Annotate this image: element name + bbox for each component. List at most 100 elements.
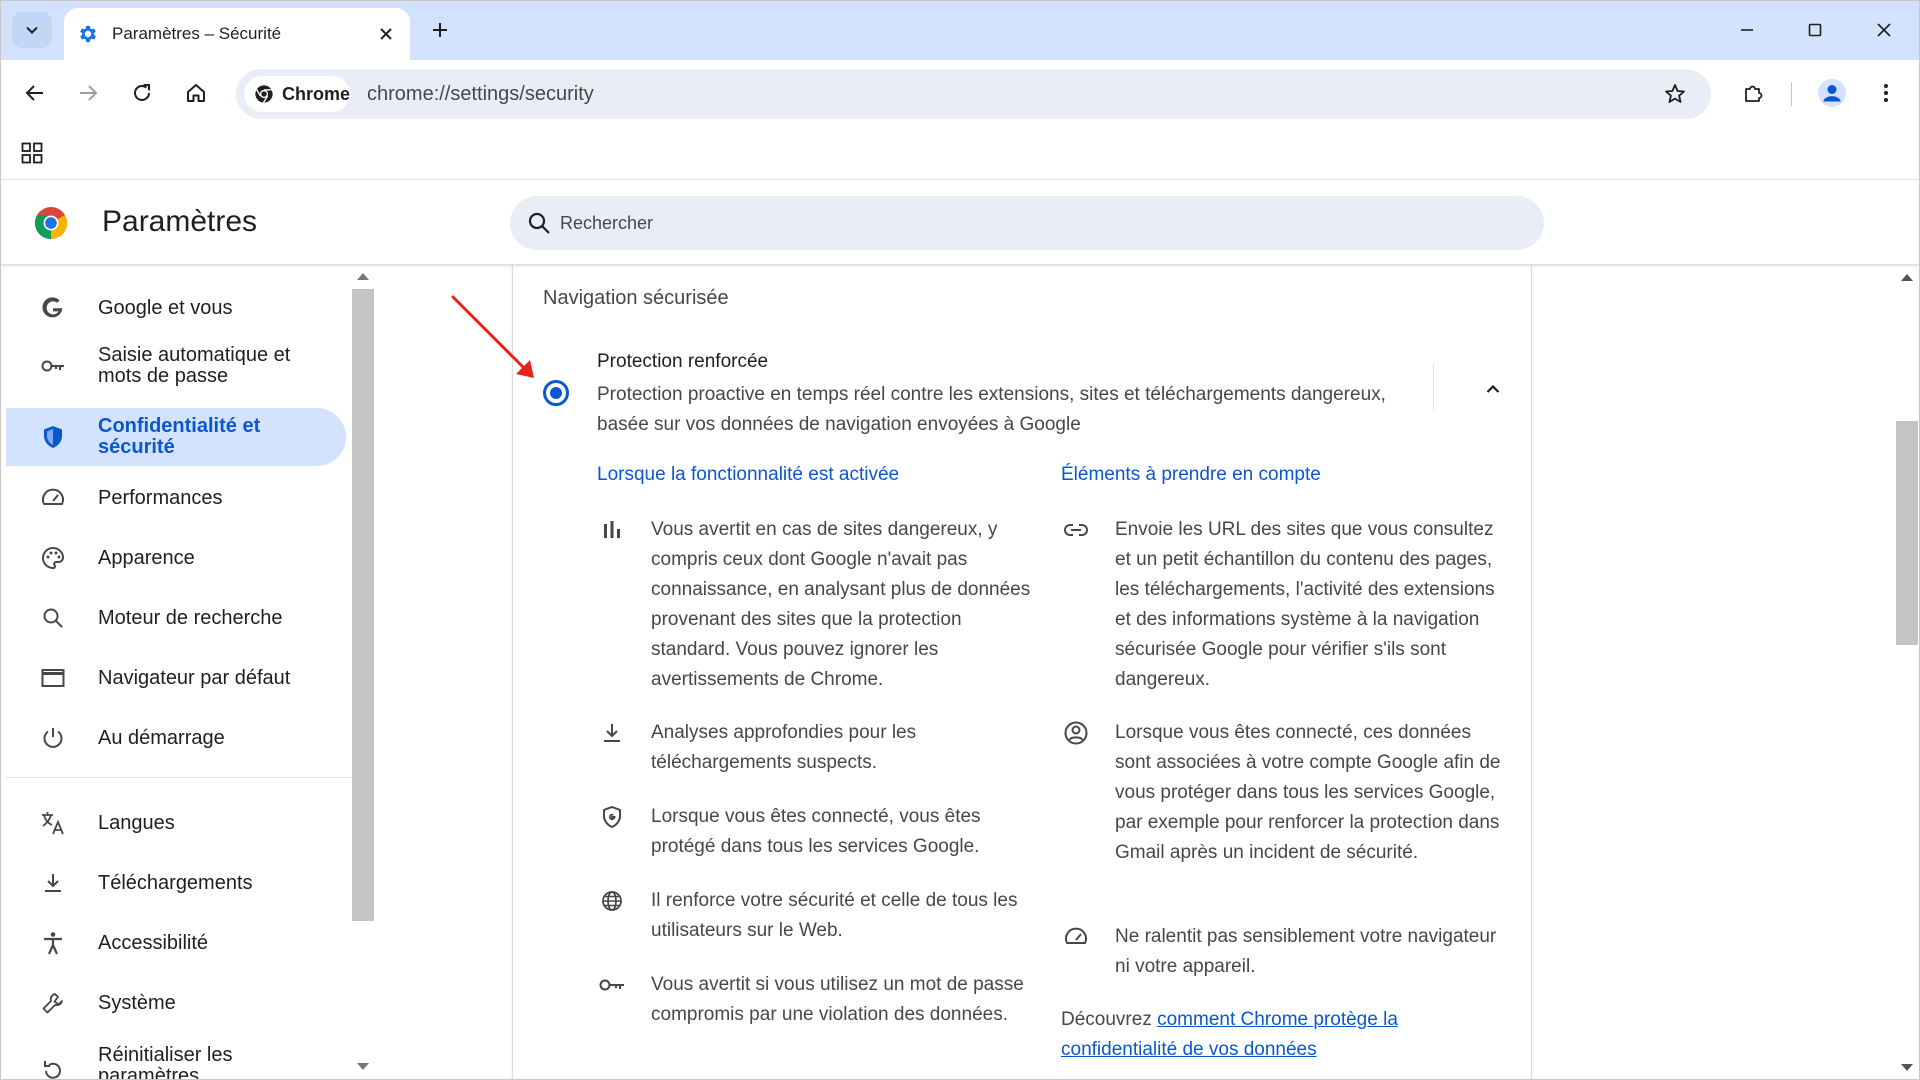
sidebar-item-reset[interactable]: Réinitialiser les paramètres	[6, 1031, 346, 1080]
scroll-up-arrow-icon[interactable]	[357, 273, 369, 280]
sidebar-item-search-engine[interactable]: Moteur de recherche	[6, 589, 346, 647]
address-bar[interactable]: Chrome chrome://settings/security	[236, 69, 1711, 119]
close-window-button[interactable]	[1859, 10, 1909, 50]
benefit-text: Vous avertit si vous utilisez un mot de …	[651, 974, 1024, 1025]
chevron-down-icon	[26, 26, 38, 34]
maximize-icon	[1808, 23, 1822, 37]
settings-sidebar: Google et vous Saisie automatique et mot…	[0, 265, 352, 1080]
sidebar-item-label: Navigateur par défaut	[98, 666, 291, 689]
sidebar-item-on-startup[interactable]: Au démarrage	[6, 709, 346, 767]
scroll-down-arrow-icon[interactable]	[1901, 1064, 1913, 1071]
new-tab-button[interactable]	[424, 14, 456, 46]
sidebar-item-label: Google et vous	[98, 296, 233, 319]
bar-chart-icon	[597, 515, 627, 545]
enhanced-protection-radio[interactable]	[543, 380, 569, 406]
reload-icon	[134, 84, 150, 101]
back-button[interactable]	[15, 73, 55, 113]
collapse-button[interactable]	[1473, 369, 1513, 409]
bookmarks-bar	[0, 127, 1920, 179]
chip-label: Chrome	[281, 83, 350, 104]
globe-icon	[597, 886, 627, 916]
sidebar-item-label: Langues	[98, 811, 175, 834]
site-info-chip[interactable]: Chrome	[244, 76, 350, 112]
profile-button[interactable]	[1812, 73, 1852, 113]
active-tab[interactable]: Paramètres – Sécurité	[64, 8, 410, 60]
speedometer-icon	[1061, 922, 1091, 952]
sidebar-item-label: Système	[98, 991, 176, 1014]
key-icon	[597, 970, 627, 1000]
scroll-down-arrow-icon[interactable]	[357, 1063, 369, 1070]
search-icon	[528, 212, 550, 234]
consideration-text: Ne ralentit pas sensiblement votre navig…	[1115, 926, 1497, 977]
sidebar-item-appearance[interactable]: Apparence	[6, 529, 346, 587]
forward-button[interactable]	[68, 73, 108, 113]
benefit-text: Lorsque vous êtes connecté, vous êtes pr…	[651, 806, 981, 857]
minimize-button[interactable]	[1722, 10, 1772, 50]
download-icon	[597, 718, 627, 748]
sidebar-item-label: Apparence	[98, 546, 195, 569]
reload-button[interactable]	[122, 73, 162, 113]
sidebar-scrollbar-thumb[interactable]	[352, 289, 374, 921]
when-enabled-heading: Lorsque la fonctionnalité est activée	[597, 464, 900, 485]
home-button[interactable]	[176, 73, 216, 113]
sidebar-item-performance[interactable]: Performances	[6, 469, 346, 527]
settings-search-bar[interactable]	[510, 196, 1544, 250]
extensions-button[interactable]	[1733, 73, 1773, 113]
back-arrow-icon	[25, 85, 43, 101]
main-scrollbar[interactable]	[1894, 265, 1920, 1080]
tab-search-button[interactable]	[12, 12, 52, 48]
power-icon	[38, 723, 68, 753]
maximize-button[interactable]	[1790, 10, 1840, 50]
sidebar-item-label: Téléchargements	[98, 871, 253, 894]
sidebar-scrollbar[interactable]	[352, 265, 374, 1080]
sidebar-item-autofill[interactable]: Saisie automatique et mots de passe	[6, 337, 346, 395]
sidebar-item-google[interactable]: Google et vous	[6, 279, 346, 337]
sidebar-item-label: Saisie automatique et mots de passe	[98, 344, 291, 387]
star-icon	[1665, 84, 1685, 103]
option-description: Protection proactive en temps réel contr…	[597, 384, 1386, 435]
forward-arrow-icon	[80, 85, 98, 101]
accessibility-icon	[38, 928, 68, 958]
toolbar: Chrome chrome://settings/security	[0, 60, 1920, 127]
tab-title: Paramètres – Sécurité	[112, 24, 282, 43]
chrome-logo-icon	[34, 207, 68, 240]
main-scrollbar-thumb[interactable]	[1896, 421, 1918, 645]
apps-button[interactable]	[16, 135, 48, 171]
learn-more-text: Découvrez comment Chrome protège la conf…	[1061, 1005, 1461, 1065]
learn-more-prefix: Découvrez	[1061, 1009, 1158, 1030]
search-input[interactable]	[560, 196, 1510, 250]
toolbar-divider	[1791, 82, 1792, 106]
sidebar-item-system[interactable]: Système	[6, 974, 346, 1032]
consideration-text: Envoie les URL des sites que vous consul…	[1115, 519, 1495, 690]
palette-icon	[38, 543, 68, 573]
url-text[interactable]: chrome://settings/security	[367, 83, 594, 106]
kebab-menu-icon	[1884, 84, 1888, 102]
sidebar-item-downloads[interactable]: Téléchargements	[6, 854, 346, 912]
sidebar-item-languages[interactable]: Langues	[6, 794, 346, 852]
sidebar-item-label: Au démarrage	[98, 726, 225, 749]
avatar-icon	[1818, 79, 1846, 107]
sidebar-item-privacy-security[interactable]: Confidentialité et sécurité	[6, 408, 346, 466]
bookmark-star-button[interactable]	[1655, 74, 1695, 114]
chevron-up-icon	[1486, 384, 1500, 393]
scroll-up-arrow-icon[interactable]	[1901, 274, 1913, 281]
sidebar-item-label: Confidentialité et sécurité	[98, 415, 261, 458]
puzzle-icon	[1745, 85, 1763, 102]
benefit-text: Vous avertit en cas de sites dangereux, …	[651, 519, 1031, 690]
section-title: Navigation sécurisée	[543, 287, 729, 309]
account-circle-icon	[1061, 718, 1091, 748]
translate-icon	[38, 808, 68, 838]
tab-close-icon[interactable]	[372, 20, 400, 48]
option-divider	[1433, 363, 1434, 411]
plus-icon	[433, 23, 447, 37]
google-shield-icon	[597, 802, 627, 832]
minimize-icon	[1741, 29, 1753, 31]
sidebar-item-default-browser[interactable]: Navigateur par défaut	[6, 649, 346, 707]
wrench-icon	[38, 988, 68, 1018]
sidebar-divider	[6, 777, 352, 778]
download-icon	[38, 868, 68, 898]
menu-button[interactable]	[1866, 73, 1906, 113]
google-g-icon	[38, 293, 68, 323]
sidebar-item-accessibility[interactable]: Accessibilité	[6, 914, 346, 972]
browser-window-icon	[38, 663, 68, 693]
